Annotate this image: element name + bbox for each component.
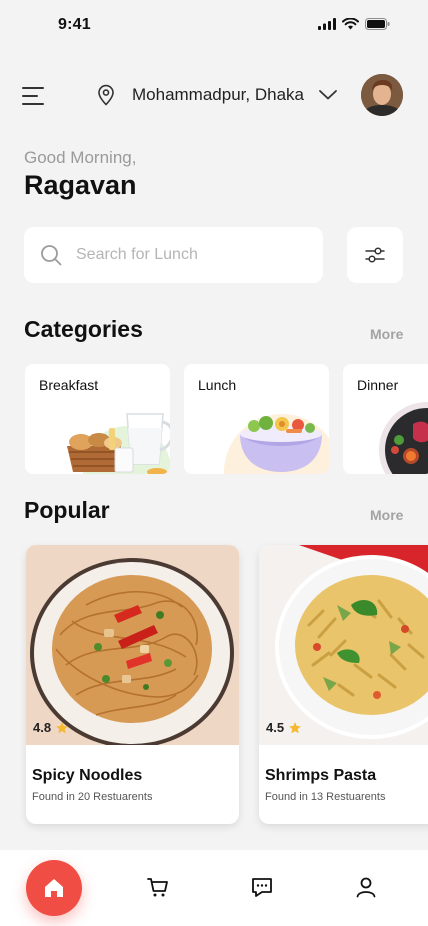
category-label: Breakfast bbox=[39, 377, 99, 393]
popular-more-link[interactable]: More bbox=[370, 507, 403, 523]
rating: 4.8 bbox=[33, 720, 69, 735]
food-subtitle: Found in 20 Restuarents bbox=[32, 791, 153, 803]
battery-icon bbox=[365, 18, 390, 30]
dinner-illustration bbox=[379, 402, 428, 474]
wifi-icon bbox=[342, 18, 359, 30]
breakfast-illustration bbox=[67, 413, 170, 474]
rating-value: 4.8 bbox=[33, 720, 52, 735]
location-pin-icon bbox=[98, 84, 114, 106]
rating-value: 4.5 bbox=[266, 720, 285, 735]
popular-card-shrimps-pasta[interactable]: 4.5 Shrimps Pasta Found in 13 Restuarent… bbox=[259, 545, 428, 824]
category-label: Lunch bbox=[198, 377, 237, 393]
food-title: Shrimps Pasta bbox=[265, 767, 377, 784]
user-name: Ragavan bbox=[24, 170, 137, 200]
categories-title: Categories bbox=[24, 316, 143, 342]
popular-card-spicy-noodles[interactable]: 4.8 Spicy Noodles Found in 20 Restuarent… bbox=[26, 545, 239, 824]
greeting-salutation: Good Morning, bbox=[24, 148, 137, 167]
categories-more-link[interactable]: More bbox=[370, 326, 403, 342]
category-card-breakfast[interactable]: Breakfast bbox=[25, 364, 170, 474]
category-card-lunch[interactable]: Lunch bbox=[184, 364, 329, 474]
location-label: Mohammadpur, Dhaka bbox=[132, 85, 304, 104]
food-title: Spicy Noodles bbox=[32, 767, 143, 784]
star-icon bbox=[56, 721, 68, 733]
search-input[interactable] bbox=[76, 246, 296, 264]
chat-icon bbox=[252, 878, 272, 897]
nav-cart-button[interactable] bbox=[145, 874, 171, 900]
status-time: 9:41 bbox=[58, 16, 91, 33]
avatar[interactable] bbox=[361, 74, 403, 116]
filter-button[interactable] bbox=[347, 227, 403, 283]
nav-home-button[interactable] bbox=[26, 860, 82, 916]
location-selector[interactable]: Mohammadpur, Dhaka bbox=[96, 84, 338, 106]
nav-chat-button[interactable] bbox=[249, 874, 275, 900]
popular-title: Popular bbox=[24, 497, 110, 523]
category-card-dinner[interactable]: Dinner bbox=[343, 364, 428, 474]
filter-icon bbox=[365, 247, 385, 263]
home-icon bbox=[45, 879, 63, 897]
food-subtitle: Found in 13 Restuarents bbox=[265, 791, 386, 803]
rating: 4.5 bbox=[266, 720, 302, 735]
status-icons bbox=[318, 18, 390, 30]
food-image bbox=[259, 545, 428, 745]
star-icon bbox=[289, 721, 301, 733]
chevron-down-icon bbox=[319, 90, 337, 100]
category-label: Dinner bbox=[357, 377, 399, 393]
menu-icon[interactable] bbox=[22, 80, 56, 112]
lunch-illustration bbox=[224, 414, 329, 474]
food-image bbox=[26, 545, 239, 745]
search-icon bbox=[41, 245, 62, 266]
nav-profile-button[interactable] bbox=[353, 874, 379, 900]
profile-icon bbox=[356, 877, 376, 898]
search-bar[interactable] bbox=[24, 227, 323, 283]
signal-icon bbox=[318, 18, 336, 30]
cart-icon bbox=[147, 878, 168, 897]
